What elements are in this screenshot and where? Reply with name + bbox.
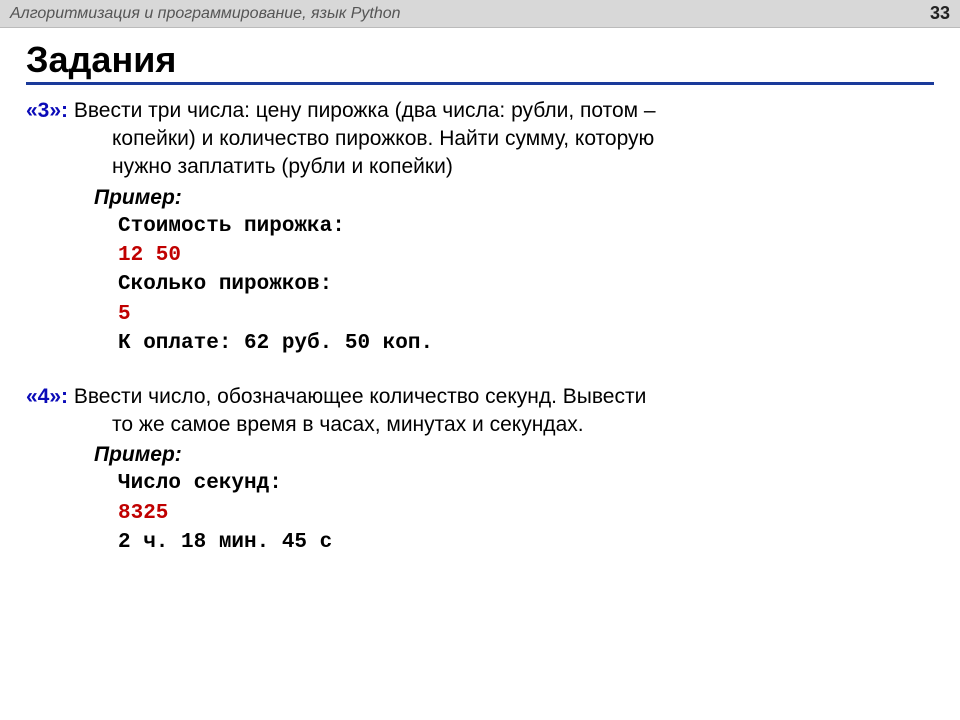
code-line: Число секунд: <box>118 469 934 498</box>
code-line-input: 8325 <box>118 499 934 528</box>
code-line: 2 ч. 18 мин. 45 с <box>118 528 934 557</box>
task-4-block: «4»: Ввести число, обозначающее количест… <box>26 383 934 558</box>
task-4-text-2: то же самое время в часах, минутах и сек… <box>112 411 934 439</box>
task-4-example-label: Пример: <box>94 443 934 467</box>
task-3-text-2: копейки) и количество пирожков. Найти су… <box>112 125 934 153</box>
task-3-block: «3»: Ввести три числа: цену пирожка (два… <box>26 97 934 359</box>
header-title: Алгоритмизация и программирование, язык … <box>10 5 401 23</box>
task-3-line-1: «3»: Ввести три числа: цену пирожка (два… <box>26 97 934 125</box>
task-3-example-label: Пример: <box>94 186 934 210</box>
slide-content: Задания «3»: Ввести три числа: цену пиро… <box>0 28 960 557</box>
task-3-text-1: Ввести три числа: цену пирожка (два числ… <box>68 99 656 122</box>
task-4-line-1: «4»: Ввести число, обозначающее количест… <box>26 383 934 411</box>
task-3-code: Стоимость пирожка: 12 50 Сколько пирожко… <box>118 212 934 359</box>
code-line-input: 5 <box>118 300 934 329</box>
main-heading: Задания <box>26 40 934 85</box>
code-line: Стоимость пирожка: <box>118 212 934 241</box>
task-3-text-3: нужно заплатить (рубли и копейки) <box>112 153 934 181</box>
task-4-code: Число секунд: 8325 2 ч. 18 мин. 45 с <box>118 469 934 557</box>
code-line: Сколько пирожков: <box>118 270 934 299</box>
code-line: К оплате: 62 руб. 50 коп. <box>118 329 934 358</box>
header-bar: Алгоритмизация и программирование, язык … <box>0 0 960 28</box>
task-4-text-1: Ввести число, обозначающее количество се… <box>68 385 646 408</box>
page-number: 33 <box>930 3 950 24</box>
task-4-label: «4»: <box>26 385 68 408</box>
code-line-input: 12 50 <box>118 241 934 270</box>
task-3-label: «3»: <box>26 99 68 122</box>
